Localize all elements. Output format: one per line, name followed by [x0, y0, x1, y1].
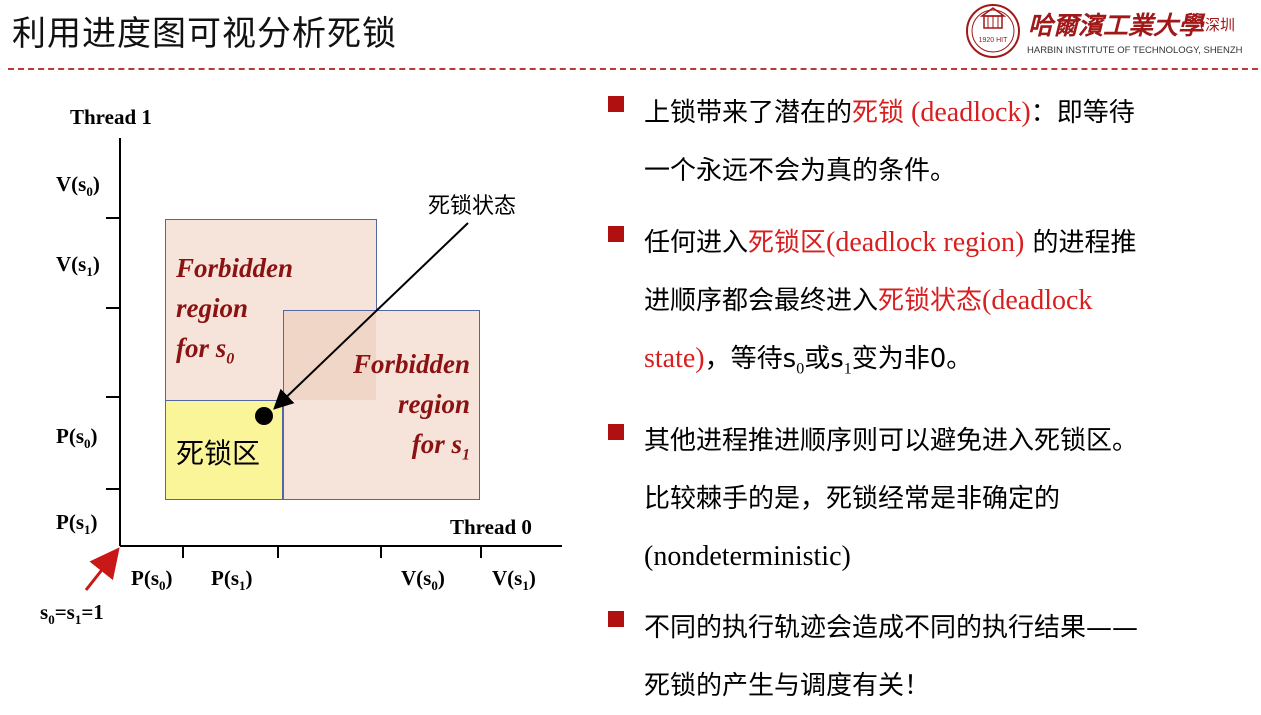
header-divider	[8, 68, 1258, 70]
progress-graph: Forbidden region for s0 Forbidden region…	[0, 80, 600, 680]
seal-text: 1920 HIT	[979, 37, 1009, 44]
bullet-square-icon	[608, 610, 624, 627]
origin-label: s0=s1=1	[40, 600, 104, 628]
y-tick-label: P(s0)	[56, 424, 98, 452]
bullet-line: 进顺序都会最终进入死锁状态(deadlock	[644, 285, 1093, 316]
bullet-line: 比较棘手的是，死锁经常是非确定的	[644, 483, 1061, 514]
bullet-item: 上锁带来了潜在的死锁 (deadlock)：即等待 一个永远不会为真的条件。	[608, 84, 1258, 200]
x-axis-label: Thread 0	[450, 515, 532, 539]
bullet-line: 上锁带来了潜在的死锁 (deadlock)：即等待	[644, 97, 1135, 128]
bullet-square-icon	[608, 96, 624, 112]
x-tick-label: V(s0)	[401, 566, 445, 594]
deadlock-state-arrow	[273, 222, 469, 410]
bullet-item: 任何进入死锁区(deadlock region) 的进程推 进顺序都会最终进入死…	[608, 214, 1258, 398]
university-seal-icon: 1920 HIT	[966, 4, 1020, 58]
logo-english-name: HARBIN INSTITUTE OF TECHNOLOGY, SHENZH	[1027, 45, 1243, 56]
bullet-item: 不同的执行轨迹会造成不同的执行结果—— 死锁的产生与调度有关！	[608, 599, 1258, 715]
page-title: 利用进度图可视分析死锁	[12, 14, 397, 54]
bullet-line: 任何进入死锁区(deadlock region) 的进程推	[644, 227, 1137, 258]
bullet-line: 一个永远不会为真的条件。	[644, 156, 957, 186]
bullet-line: (nondeterministic)	[644, 540, 851, 572]
bullet-item: 其他进程推进顺序则可以避免进入死锁区。 比较棘手的是，死锁经常是非确定的 (no…	[608, 412, 1258, 585]
y-tick-label: P(s1)	[56, 510, 98, 538]
bullet-square-icon	[608, 423, 624, 440]
deadlock-state-dot	[255, 407, 273, 425]
y-tick-label: V(s0)	[56, 172, 100, 200]
bullet-line: 死锁的产生与调度有关！	[644, 670, 931, 701]
x-tick-label: V(s1)	[492, 566, 536, 594]
deadlock-state-label: 死锁状态	[428, 194, 517, 219]
x-tick-label: P(s1)	[211, 566, 253, 594]
y-tick-label: V(s1)	[56, 252, 100, 280]
bullet-line: 其他进程推进顺序则可以避免进入死锁区。	[644, 425, 1139, 456]
logo-suffix: （深圳	[1190, 16, 1236, 34]
bullet-line: 不同的执行轨迹会造成不同的执行结果——	[644, 612, 1139, 643]
university-logo: 1920 HIT 哈爾濱工業大學 （深圳 HARBIN INSTITUTE OF…	[958, 2, 1258, 64]
bullet-list: 上锁带来了潜在的死锁 (deadlock)：即等待 一个永远不会为真的条件。 任…	[608, 84, 1258, 715]
bullet-square-icon	[608, 226, 624, 242]
y-axis-label: Thread 1	[70, 105, 152, 129]
x-tick-label: P(s0)	[131, 566, 173, 594]
logo-name: 哈爾濱工業大學	[1028, 11, 1204, 40]
bullet-line: state)，等待s0或s1变为非0。	[644, 343, 973, 378]
